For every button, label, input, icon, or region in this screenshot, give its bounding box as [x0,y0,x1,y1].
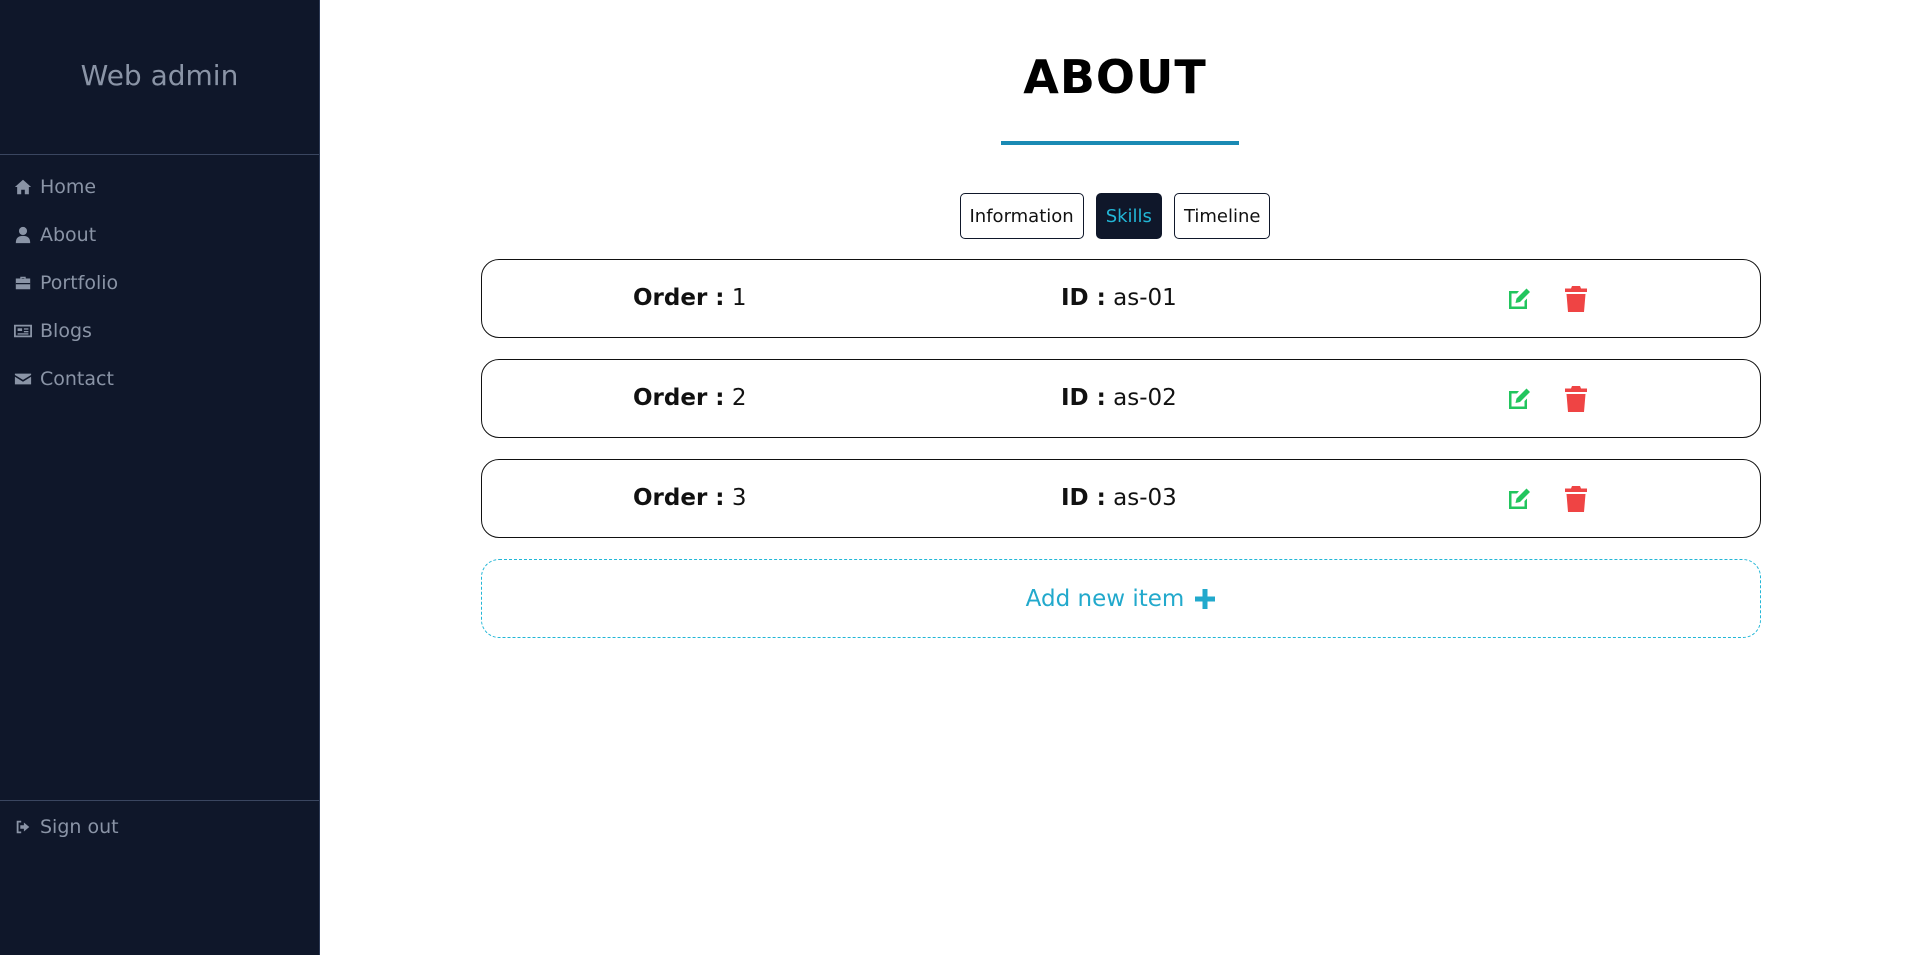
id-label: ID : [1061,285,1106,311]
sidebar-item-label: About [40,224,97,246]
list-item: Order : 2 ID : as-02 [481,359,1761,438]
user-icon [13,225,33,245]
tab-information[interactable]: Information [959,193,1084,239]
id-cell: ID : as-01 [1061,285,1177,311]
trash-icon [1565,286,1587,312]
order-label: Order : [633,285,725,311]
tab-bar: Information Skills Timeline [320,193,1910,239]
sidebar-item-label: Home [40,176,97,198]
id-cell: ID : as-03 [1061,485,1177,511]
sidebar-item-label: Portfolio [40,272,119,294]
id-label: ID : [1061,385,1106,411]
edit-button[interactable] [1506,286,1532,312]
sidebar-item-portfolio[interactable]: Portfolio [0,259,319,307]
skills-list: Order : 1 ID : as-01 Order : 2 ID : as-0… [481,259,1761,638]
trash-icon [1565,386,1587,412]
edit-icon [1509,488,1530,509]
id-cell: ID : as-02 [1061,385,1177,411]
signout-section: Sign out [0,800,319,851]
tab-timeline[interactable]: Timeline [1173,193,1271,239]
delete-button[interactable] [1564,285,1588,313]
home-icon [13,177,33,197]
order-value: 2 [731,385,747,411]
tab-skills[interactable]: Skills [1095,193,1162,239]
briefcase-icon [13,273,33,293]
sign-out-button[interactable]: Sign out [0,803,319,851]
order-cell: Order : 1 [633,285,746,311]
edit-button[interactable] [1506,386,1532,412]
list-item: Order : 3 ID : as-03 [481,459,1761,538]
sidebar-item-label: Contact [40,368,114,390]
sidebar: Web admin Home About Portfolio Blogs Con… [0,0,320,955]
add-new-item-label: Add new item [1025,585,1185,612]
newspaper-icon [13,321,33,341]
id-value: as-03 [1113,485,1177,511]
add-new-item-button[interactable]: Add new item [481,559,1761,638]
list-item: Order : 1 ID : as-01 [481,259,1761,338]
sidebar-item-contact[interactable]: Contact [0,355,319,403]
sidebar-item-label: Blogs [40,320,92,342]
sidebar-item-home[interactable]: Home [0,163,319,211]
sign-out-label: Sign out [40,816,119,838]
edit-icon [1509,388,1530,409]
order-cell: Order : 2 [633,385,746,411]
plus-icon [1194,588,1216,610]
sidebar-nav: Home About Portfolio Blogs Contact [0,155,319,403]
main-content: ABOUT Information Skills Timeline Order … [320,0,1910,955]
envelope-icon [13,369,33,389]
delete-button[interactable] [1564,385,1588,413]
order-value: 3 [731,485,747,511]
page-title: ABOUT [1023,50,1207,104]
sidebar-item-about[interactable]: About [0,211,319,259]
title-underline [1001,141,1239,145]
sign-out-icon [13,817,33,837]
order-value: 1 [731,285,747,311]
id-value: as-02 [1113,385,1177,411]
edit-button[interactable] [1506,486,1532,512]
order-label: Order : [633,485,725,511]
trash-icon [1565,486,1587,512]
delete-button[interactable] [1564,485,1588,513]
id-label: ID : [1061,485,1106,511]
order-label: Order : [633,385,725,411]
edit-icon [1509,288,1530,309]
brand-title: Web admin [0,0,319,155]
order-cell: Order : 3 [633,485,746,511]
id-value: as-01 [1113,285,1177,311]
sidebar-item-blogs[interactable]: Blogs [0,307,319,355]
